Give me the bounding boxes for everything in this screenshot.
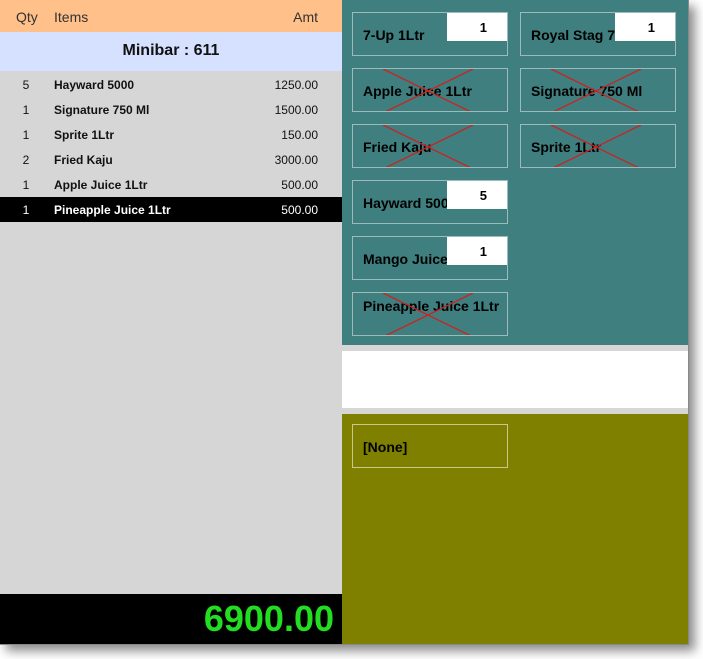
unavailable-cross-icon bbox=[383, 69, 473, 111]
item-button-mango-juice[interactable]: Mango Juice 1 bbox=[352, 236, 508, 280]
unavailable-cross-icon bbox=[551, 125, 641, 167]
modifier-panel: [None] bbox=[342, 414, 688, 644]
message-area bbox=[342, 351, 688, 408]
unavailable-cross-icon bbox=[383, 293, 473, 335]
row-qty: 1 bbox=[22, 103, 30, 117]
order-header: Qty Items Amt bbox=[0, 0, 342, 32]
row-amount: 500.00 bbox=[281, 203, 318, 217]
unavailable-cross-icon bbox=[383, 125, 473, 167]
room-label: Minibar : 611 bbox=[122, 42, 220, 59]
order-row[interactable]: 1 Apple Juice 1Ltr 500.00 bbox=[0, 172, 342, 197]
row-amount: 500.00 bbox=[281, 178, 318, 192]
items-column-header: Items bbox=[54, 9, 89, 25]
item-button-pineapple-juice[interactable]: Pineapple Juice 1Ltr bbox=[352, 292, 508, 336]
room-banner: Minibar : 611 bbox=[0, 32, 342, 71]
row-qty: 1 bbox=[22, 128, 30, 142]
item-button-label: Mango Juice bbox=[363, 251, 448, 267]
row-qty: 1 bbox=[22, 178, 30, 192]
row-qty: 5 bbox=[22, 78, 30, 92]
item-button-sprite[interactable]: Sprite 1Ltr bbox=[520, 124, 676, 168]
order-list: 5 Hayward 5000 1250.00 1 Signature 750 M… bbox=[0, 72, 342, 222]
total-bar: 6900.00 bbox=[0, 594, 342, 644]
amt-column-header: Amt bbox=[293, 9, 318, 25]
item-count-badge: 1 bbox=[615, 13, 675, 41]
item-button-apple-juice[interactable]: Apple Juice 1Ltr bbox=[352, 68, 508, 112]
row-qty: 2 bbox=[22, 153, 30, 167]
qty-column-header: Qty bbox=[16, 9, 38, 25]
order-row[interactable]: 5 Hayward 5000 1250.00 bbox=[0, 72, 342, 97]
item-button-label: 7-Up 1Ltr bbox=[363, 27, 425, 43]
row-item-name: Sprite 1Ltr bbox=[54, 128, 115, 142]
item-button-hayward[interactable]: Hayward 5000 5 bbox=[352, 180, 508, 224]
item-count-badge: 1 bbox=[447, 13, 507, 41]
row-qty: 1 bbox=[22, 203, 30, 217]
row-amount: 1250.00 bbox=[274, 78, 318, 92]
row-amount: 3000.00 bbox=[274, 153, 318, 167]
pos-window: Qty Items Amt Minibar : 611 5 Hayward 50… bbox=[0, 0, 689, 645]
item-count-badge: 5 bbox=[447, 181, 507, 209]
item-button-label: Hayward 5000 bbox=[363, 195, 457, 211]
row-item-name: Hayward 5000 bbox=[54, 78, 135, 92]
modifier-button-none[interactable]: [None] bbox=[352, 424, 508, 468]
row-amount: 150.00 bbox=[281, 128, 318, 142]
item-button-signature[interactable]: Signature 750 Ml bbox=[520, 68, 676, 112]
order-row[interactable]: 1 Sprite 1Ltr 150.00 bbox=[0, 122, 342, 147]
row-item-name: Fried Kaju bbox=[54, 153, 113, 167]
total-amount: 6900.00 bbox=[203, 598, 334, 639]
order-row[interactable]: 1 Signature 750 Ml 1500.00 bbox=[0, 97, 342, 122]
row-item-name: Apple Juice 1Ltr bbox=[54, 178, 148, 192]
unavailable-cross-icon bbox=[551, 69, 641, 111]
order-row-selected[interactable]: 1 Pineapple Juice 1Ltr 500.00 bbox=[0, 197, 342, 222]
item-button-panel: 7-Up 1Ltr 1 Royal Stag 750 Ml 1 Apple Ju… bbox=[342, 0, 688, 345]
row-item-name: Pineapple Juice 1Ltr bbox=[54, 203, 171, 217]
order-panel: Qty Items Amt Minibar : 611 5 Hayward 50… bbox=[0, 0, 342, 644]
order-row[interactable]: 2 Fried Kaju 3000.00 bbox=[0, 147, 342, 172]
modifier-button-label: [None] bbox=[363, 439, 408, 455]
item-button-fried-kaju[interactable]: Fried Kaju bbox=[352, 124, 508, 168]
item-button-royal-stag[interactable]: Royal Stag 750 Ml 1 bbox=[520, 12, 676, 56]
row-amount: 1500.00 bbox=[274, 103, 318, 117]
item-button-7up[interactable]: 7-Up 1Ltr 1 bbox=[352, 12, 508, 56]
row-item-name: Signature 750 Ml bbox=[54, 103, 150, 117]
item-count-badge: 1 bbox=[447, 237, 507, 265]
